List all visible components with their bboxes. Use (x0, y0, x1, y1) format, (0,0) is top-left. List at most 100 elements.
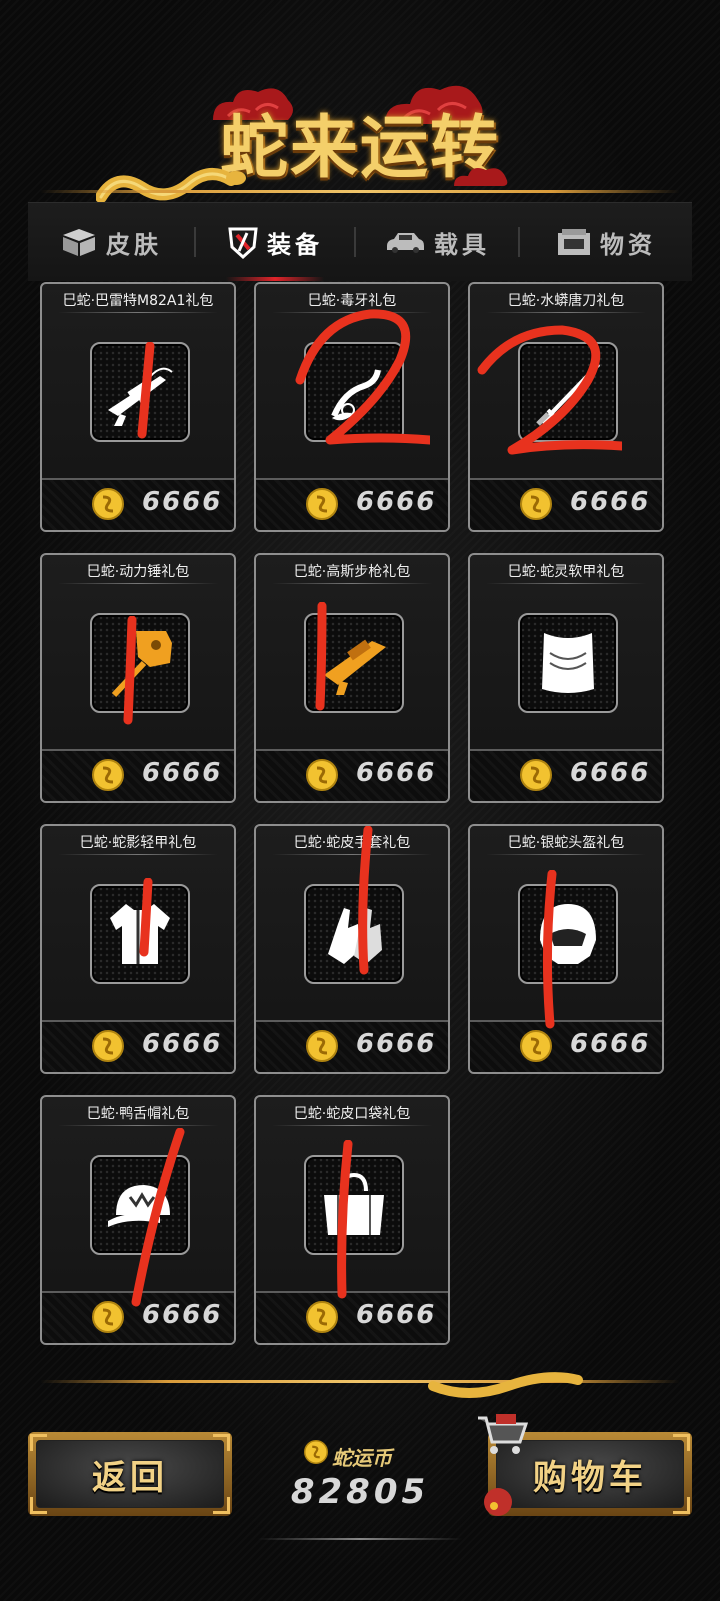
shield-icon (228, 227, 258, 259)
tab-equipment-label: 装备 (267, 230, 323, 259)
item-card[interactable]: 巳蛇·高斯步枪礼包 6666 (254, 553, 450, 803)
price-row: 6666 (42, 1020, 234, 1072)
katana-icon (536, 362, 600, 426)
cap-icon (108, 1185, 170, 1227)
price-row: 6666 (256, 1291, 448, 1343)
coin-icon (520, 759, 552, 791)
gift-bag-icon (484, 1488, 512, 1516)
item-price: 6666 (356, 1029, 437, 1059)
tab-equipment[interactable]: 装备 (196, 203, 354, 281)
cloud-small-icon (454, 168, 508, 186)
hammer-icon (111, 631, 172, 698)
title-divider (40, 190, 680, 193)
price-row: 6666 (470, 749, 662, 801)
item-grid: 巳蛇·巴雷特M82A1礼包 6666 巳蛇·毒牙礼包 6666 巳蛇·水蟒唐刀礼… (28, 282, 692, 1380)
tab-vehicle[interactable]: 载具 (356, 203, 518, 281)
item-name: 巳蛇·毒牙礼包 (307, 293, 397, 309)
title-underline (58, 1125, 218, 1126)
item-icon-frame (90, 1155, 190, 1255)
cart-button[interactable]: 购物车 (478, 1414, 692, 1516)
category-tabs: 皮肤 装备 载具 物资 (28, 202, 692, 281)
box-icon (63, 229, 95, 256)
coin-icon (92, 488, 124, 520)
vest-icon (542, 633, 594, 693)
price-row: 6666 (42, 1291, 234, 1343)
corner-ornament (673, 1434, 690, 1451)
corner-ornament (213, 1434, 230, 1451)
car-icon (387, 233, 424, 253)
title-underline (272, 312, 432, 313)
tab-supplies-label: 物资 (600, 230, 656, 259)
item-card[interactable]: 巳蛇·动力锤礼包 6666 (40, 553, 236, 803)
item-card[interactable]: 巳蛇·水蟒唐刀礼包 6666 (468, 282, 664, 532)
price-row: 6666 (470, 1020, 662, 1072)
tab-skin-label: 皮肤 (106, 230, 162, 259)
tab-supplies[interactable]: 物资 (520, 203, 692, 281)
coin-icon (92, 1030, 124, 1062)
item-card[interactable]: 巳蛇·毒牙礼包 6666 (254, 282, 450, 532)
item-name: 巳蛇·鸭舌帽礼包 (86, 1106, 190, 1122)
helmet-icon (540, 904, 596, 964)
price-row: 6666 (256, 749, 448, 801)
price-row: 6666 (256, 478, 448, 530)
item-card[interactable]: 巳蛇·蛇影轻甲礼包 6666 (40, 824, 236, 1074)
title-underline (272, 854, 432, 855)
item-card[interactable]: 巳蛇·蛇皮手套礼包 6666 (254, 824, 450, 1074)
tab-skin[interactable]: 皮肤 (28, 203, 194, 281)
coin-icon (306, 1030, 338, 1062)
coin-icon (92, 1301, 124, 1333)
item-icon-frame (304, 342, 404, 442)
item-name: 巳蛇·蛇皮口袋礼包 (293, 1106, 411, 1122)
price-row: 6666 (470, 478, 662, 530)
item-price: 6666 (570, 758, 651, 788)
price-row: 6666 (42, 749, 234, 801)
item-icon-frame (304, 884, 404, 984)
light-armor-icon (110, 904, 170, 964)
coin-icon (520, 1030, 552, 1062)
tab-vehicle-label: 载具 (434, 230, 490, 259)
item-name: 巳蛇·蛇皮手套礼包 (293, 835, 411, 851)
coin-icon (306, 1301, 338, 1333)
item-price: 6666 (356, 487, 437, 517)
item-name: 巳蛇·高斯步枪礼包 (293, 564, 411, 580)
corner-ornament (673, 1497, 690, 1514)
title-banner: 蛇来运转 (0, 70, 720, 203)
item-card[interactable]: 巳蛇·银蛇头盔礼包 6666 (468, 824, 664, 1074)
coin-icon (304, 1440, 328, 1464)
item-icon-frame (518, 884, 618, 984)
item-price: 6666 (570, 487, 651, 517)
title-underline (486, 854, 646, 855)
title-underline (272, 583, 432, 584)
gauss-rifle-icon (324, 639, 386, 695)
title-underline (272, 1125, 432, 1126)
item-name: 巳蛇·蛇灵软甲礼包 (507, 564, 625, 580)
item-icon-frame (90, 884, 190, 984)
item-card[interactable]: 巳蛇·巴雷特M82A1礼包 6666 (40, 282, 236, 532)
item-name: 巳蛇·巴雷特M82A1礼包 (62, 293, 214, 309)
item-icon-frame (304, 613, 404, 713)
item-card[interactable]: 巳蛇·蛇灵软甲礼包 6666 (468, 553, 664, 803)
corner-ornament (30, 1434, 47, 1451)
gloves-icon (328, 908, 382, 964)
fang-weapon-icon (331, 369, 381, 421)
title-underline (58, 854, 218, 855)
coin-icon (92, 759, 124, 791)
item-price: 6666 (142, 1300, 223, 1330)
item-price: 6666 (570, 1029, 651, 1059)
currency-underline (258, 1538, 462, 1540)
shopping-cart-icon (478, 1414, 529, 1454)
item-price: 6666 (142, 758, 223, 788)
item-card[interactable]: 巳蛇·蛇皮口袋礼包 6666 (254, 1095, 450, 1345)
title-underline (486, 312, 646, 313)
cart-button-label: 购物车 (533, 1457, 647, 1498)
item-name: 巳蛇·银蛇头盔礼包 (507, 835, 625, 851)
price-row: 6666 (42, 478, 234, 530)
item-card[interactable]: 巳蛇·鸭舌帽礼包 6666 (40, 1095, 236, 1345)
title-underline (486, 583, 646, 584)
item-icon-frame (518, 613, 618, 713)
price-row: 6666 (256, 1020, 448, 1072)
sniper-rifle-icon (108, 367, 173, 426)
bag-icon (324, 1172, 384, 1235)
title-underline (58, 312, 218, 313)
currency-label: 蛇运币 (332, 1446, 392, 1470)
